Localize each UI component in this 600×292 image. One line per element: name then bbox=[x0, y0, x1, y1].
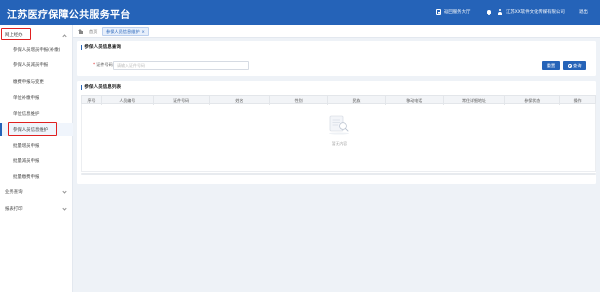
sidebar-group-report-print[interactable]: 报表打印 bbox=[0, 202, 73, 215]
sidebar-item-label: 单位补缴申报 bbox=[13, 95, 40, 101]
sidebar-item-label: 批量缴费申报 bbox=[13, 174, 40, 180]
tab-active-label: 参保人员信息维护 bbox=[106, 28, 140, 34]
list-panel-title: 参保人员信息列表 bbox=[81, 84, 121, 90]
sidebar-item-enroll-increase[interactable]: 参保人员增员申报(补缴) bbox=[0, 43, 73, 56]
sidebar: 网上经办 参保人员增员申报(补缴) 参保人员减员申报 缴费申报与变更 单位补缴申… bbox=[0, 25, 73, 292]
highlight-box-insured-info bbox=[8, 122, 57, 136]
empty-state-text: 暂无内容 bbox=[331, 141, 348, 146]
query-panel: 参保人员信息查询 *证件号码 重置 查询 bbox=[77, 41, 596, 76]
search-label: 查询 bbox=[573, 62, 582, 68]
sidebar-group-business-query[interactable]: 业务查询 bbox=[0, 185, 73, 198]
logout-label: 退出 bbox=[579, 10, 588, 15]
sidebar-group-label: 业务查询 bbox=[5, 189, 23, 195]
tab-home[interactable]: 首页 bbox=[86, 27, 100, 36]
sidebar-item-batch-decrease[interactable]: 批量减员申报 bbox=[0, 154, 73, 167]
return-service-hall-label: 返回服务大厅 bbox=[444, 10, 471, 15]
search-button[interactable]: 查询 bbox=[563, 61, 586, 70]
close-icon[interactable]: × bbox=[142, 29, 145, 34]
home-icon[interactable] bbox=[78, 28, 83, 34]
sidebar-item-unit-info[interactable]: 单位信息维护 bbox=[0, 107, 73, 120]
return-service-hall-link[interactable]: 返回服务大厅 bbox=[436, 9, 470, 15]
sidebar-group-label: 报表打印 bbox=[5, 206, 23, 212]
table-body: 暂无内容 bbox=[81, 104, 596, 172]
search-icon bbox=[567, 63, 573, 69]
logout-link[interactable]: 退出 bbox=[579, 9, 588, 15]
id-number-label-text: 证件号码 bbox=[96, 62, 113, 67]
sidebar-item-label: 参保人员增员申报(补缴) bbox=[13, 47, 61, 53]
list-panel: 参保人员信息列表 序号 人员编号 证件号码 姓名 性别 民族 移动电话 常住详细… bbox=[77, 81, 596, 184]
tabs-bar: 首页 参保人员信息维护 × bbox=[73, 25, 600, 38]
notification-bell[interactable] bbox=[486, 9, 492, 15]
org-name: 江苏XX软件文化传媒有限公司 bbox=[506, 10, 565, 15]
sidebar-item-label: 批量减员申报 bbox=[13, 158, 40, 164]
bell-icon bbox=[486, 9, 492, 15]
org-account[interactable]: 江苏XX软件文化传媒有限公司 bbox=[497, 9, 565, 15]
empty-data-icon bbox=[329, 115, 349, 135]
sidebar-item-payment-change[interactable]: 缴费申报与变更 bbox=[0, 75, 73, 88]
table-header: 序号 人员编号 证件号码 姓名 性别 民族 移动电话 常住详细地址 参保状态 操… bbox=[81, 95, 596, 105]
user-icon bbox=[497, 9, 503, 15]
top-header-bar: 江苏医疗保障公共服务平台 返回服务大厅 江苏XX软件文化传媒有限公司 退出 bbox=[0, 0, 600, 25]
horizontal-scrollbar[interactable] bbox=[81, 173, 596, 175]
tab-home-label: 首页 bbox=[89, 28, 98, 34]
highlight-box-online-service bbox=[1, 28, 31, 40]
required-mark: * bbox=[93, 62, 96, 67]
sidebar-item-label: 单位信息维护 bbox=[13, 111, 40, 117]
sidebar-item-batch-payment[interactable]: 批量缴费申报 bbox=[0, 170, 73, 183]
sidebar-item-label: 参保人员减员申报 bbox=[13, 62, 49, 68]
app-title: 江苏医疗保障公共服务平台 bbox=[7, 10, 131, 21]
sidebar-item-label: 批量增员申报 bbox=[13, 143, 40, 149]
document-icon bbox=[436, 9, 441, 15]
sidebar-item-label: 缴费申报与变更 bbox=[13, 79, 44, 85]
reset-button[interactable]: 重置 bbox=[542, 61, 560, 70]
sidebar-item-enroll-decrease[interactable]: 参保人员减员申报 bbox=[0, 58, 73, 71]
sidebar-item-unit-back-payment[interactable]: 单位补缴申报 bbox=[0, 91, 73, 104]
chevron-down-icon bbox=[62, 206, 67, 211]
chevron-up-icon bbox=[62, 33, 67, 39]
chevron-down-icon bbox=[62, 189, 67, 194]
id-number-label: *证件号码 bbox=[93, 62, 113, 68]
sidebar-item-batch-increase[interactable]: 批量增员申报 bbox=[0, 139, 73, 152]
id-number-input[interactable] bbox=[113, 61, 249, 70]
query-panel-title: 参保人员信息查询 bbox=[81, 44, 121, 50]
tab-insured-info[interactable]: 参保人员信息维护 × bbox=[102, 27, 149, 36]
reset-label: 重置 bbox=[546, 62, 556, 68]
